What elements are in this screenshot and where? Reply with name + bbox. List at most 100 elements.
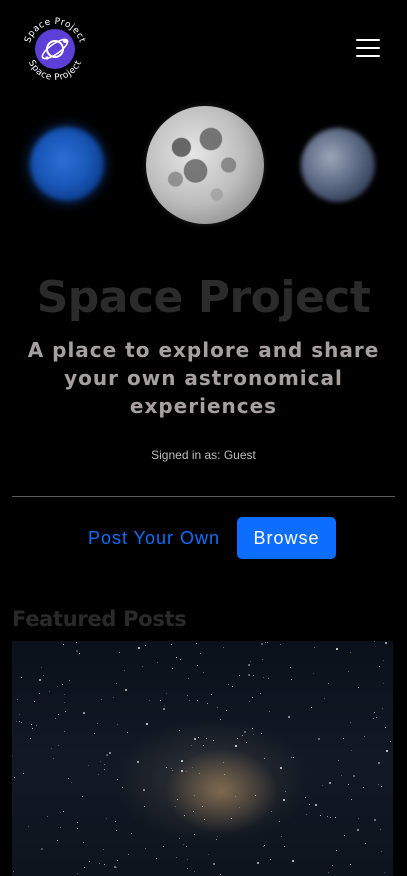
header: Space Project Space Project bbox=[0, 0, 407, 100]
post-your-own-link[interactable]: Post Your Own bbox=[80, 517, 228, 559]
star bbox=[60, 812, 62, 814]
star bbox=[280, 644, 282, 646]
star bbox=[171, 770, 173, 772]
star bbox=[57, 839, 59, 841]
star bbox=[260, 732, 262, 734]
star bbox=[100, 760, 102, 762]
star bbox=[23, 773, 25, 775]
star bbox=[187, 859, 189, 861]
star bbox=[155, 857, 157, 859]
star bbox=[280, 835, 282, 837]
star bbox=[378, 784, 380, 786]
divider bbox=[12, 496, 395, 497]
star bbox=[186, 868, 188, 870]
space-project-logo[interactable]: Space Project Space Project bbox=[19, 14, 91, 86]
star bbox=[254, 794, 256, 796]
star bbox=[330, 816, 332, 818]
star bbox=[383, 682, 385, 684]
star bbox=[220, 718, 222, 720]
hamburger-menu-icon[interactable] bbox=[356, 39, 382, 61]
star bbox=[21, 677, 23, 679]
star bbox=[115, 821, 116, 823]
star bbox=[65, 710, 67, 712]
star bbox=[117, 723, 119, 725]
star bbox=[108, 752, 111, 755]
star bbox=[163, 704, 165, 706]
page-subtitle: A place to explore and share your own as… bbox=[27, 338, 380, 418]
star bbox=[68, 680, 70, 682]
milky-way-image[interactable] bbox=[12, 641, 393, 876]
star bbox=[351, 798, 353, 800]
moon-image[interactable] bbox=[146, 106, 264, 224]
star bbox=[268, 710, 270, 712]
star bbox=[375, 717, 377, 719]
star bbox=[262, 846, 264, 848]
star bbox=[380, 786, 382, 788]
star bbox=[143, 806, 145, 808]
star bbox=[261, 642, 264, 645]
star bbox=[175, 857, 177, 859]
star bbox=[338, 759, 340, 761]
star bbox=[362, 786, 364, 788]
star bbox=[248, 664, 251, 667]
star bbox=[335, 817, 337, 819]
star bbox=[315, 803, 318, 806]
star bbox=[64, 701, 66, 703]
star bbox=[352, 774, 355, 777]
star bbox=[304, 796, 306, 798]
star bbox=[124, 689, 127, 692]
featured-posts-heading: Featured Posts bbox=[12, 607, 187, 631]
star bbox=[244, 731, 247, 734]
blue-planet-image[interactable] bbox=[30, 127, 104, 201]
star bbox=[144, 645, 146, 647]
star bbox=[19, 713, 21, 715]
earth-image[interactable] bbox=[301, 128, 375, 202]
star bbox=[203, 745, 205, 747]
star bbox=[122, 786, 124, 788]
star bbox=[306, 814, 308, 816]
star bbox=[241, 735, 243, 737]
star bbox=[76, 828, 78, 830]
star bbox=[98, 773, 100, 775]
star bbox=[175, 656, 177, 658]
star bbox=[191, 766, 193, 768]
star bbox=[270, 810, 272, 812]
star bbox=[106, 754, 109, 757]
star bbox=[263, 845, 265, 847]
page-title: Space Project bbox=[36, 272, 371, 323]
star bbox=[194, 871, 196, 873]
star bbox=[285, 791, 287, 793]
star bbox=[288, 716, 291, 719]
star bbox=[280, 766, 283, 769]
star bbox=[159, 699, 161, 701]
star bbox=[365, 843, 367, 845]
star bbox=[190, 744, 192, 746]
star bbox=[76, 872, 78, 874]
star bbox=[171, 643, 173, 645]
star bbox=[88, 765, 90, 766]
star bbox=[335, 648, 338, 651]
star bbox=[82, 795, 84, 797]
star bbox=[183, 814, 185, 816]
star bbox=[163, 707, 166, 710]
browse-button[interactable]: Browse bbox=[237, 517, 336, 559]
star bbox=[213, 862, 216, 865]
star bbox=[269, 859, 271, 861]
star bbox=[57, 685, 59, 687]
star bbox=[231, 685, 233, 687]
star bbox=[62, 683, 64, 685]
star bbox=[324, 698, 326, 700]
star bbox=[328, 682, 330, 684]
star bbox=[336, 849, 337, 851]
star bbox=[238, 674, 240, 676]
star bbox=[358, 818, 360, 819]
star bbox=[57, 713, 59, 715]
star bbox=[223, 646, 225, 648]
starfield bbox=[12, 641, 393, 876]
star bbox=[77, 821, 79, 823]
star bbox=[340, 774, 342, 776]
star bbox=[283, 845, 285, 847]
star bbox=[313, 673, 315, 675]
star bbox=[309, 803, 311, 805]
star bbox=[41, 666, 43, 668]
